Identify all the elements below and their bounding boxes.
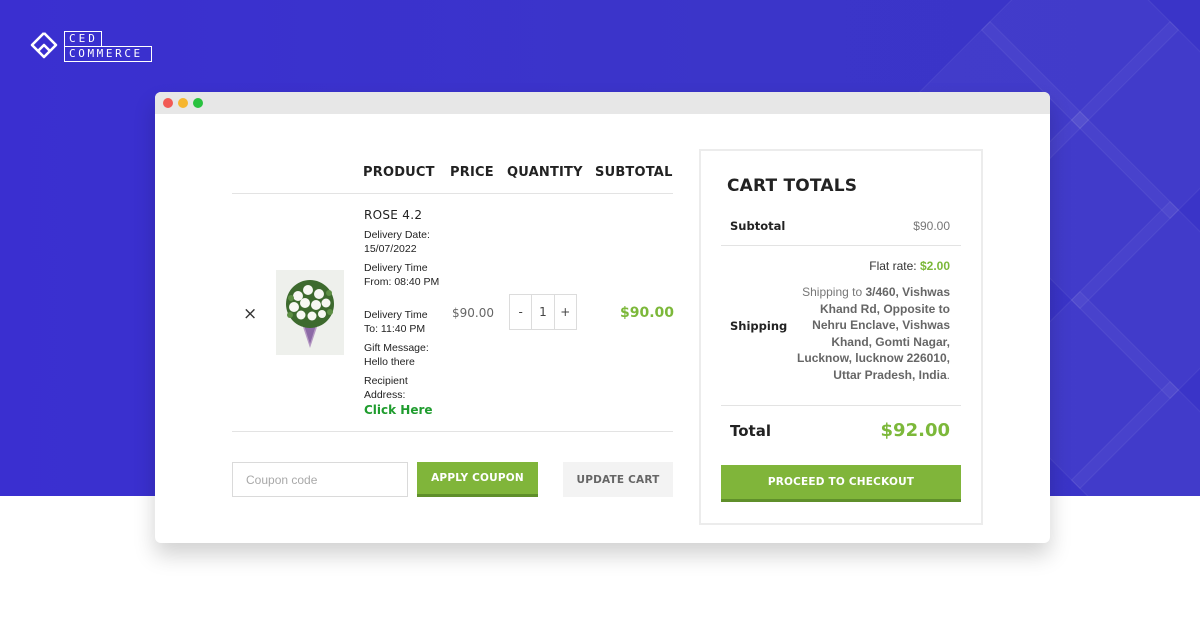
shipping-address: 3/460, Vishwas Khand Rd, Opposite to Neh… — [797, 285, 950, 382]
quantity-increase-button[interactable]: + — [553, 295, 576, 329]
subtotal-value: $90.00 — [913, 219, 950, 233]
totals-divider-1 — [721, 245, 961, 246]
quantity-decrease-button[interactable]: - — [510, 295, 533, 329]
cedcommerce-logo-icon — [30, 32, 58, 59]
delivery-date: Delivery Date: 15/07/2022 — [364, 229, 430, 255]
proceed-to-checkout-button[interactable]: PROCEED TO CHECKOUT — [721, 465, 961, 502]
shipping-to-label: Shipping to — [802, 285, 863, 299]
table-divider-bottom — [232, 431, 673, 432]
total-label: Total — [730, 422, 771, 440]
update-cart-button[interactable]: UPDATE CART — [563, 462, 673, 497]
total-value: $92.00 — [880, 420, 950, 441]
browser-window: PRODUCT PRICE QUANTITY SUBTOTAL × ROSE 4… — [155, 92, 1050, 543]
header-product: PRODUCT — [363, 165, 435, 180]
table-divider — [232, 193, 673, 194]
product-name[interactable]: ROSE 4.2 — [364, 208, 422, 222]
header-price: PRICE — [450, 165, 494, 180]
recipient-address-label: Recipient Address: — [364, 375, 408, 401]
maximize-window-button[interactable] — [193, 98, 203, 108]
totals-divider-2 — [721, 405, 961, 406]
bouquet-image — [276, 270, 344, 355]
cart-totals-title: CART TOTALS — [727, 176, 858, 196]
subtotal-label: Subtotal — [730, 219, 786, 233]
flat-rate-value: $2.00 — [919, 259, 950, 273]
flat-rate: Flat rate: $2.00 — [869, 259, 950, 273]
cart-totals-panel: CART TOTALS Subtotal $90.00 Flat rate: $… — [699, 149, 983, 525]
close-window-button[interactable] — [163, 98, 173, 108]
remove-item-icon[interactable]: × — [243, 304, 257, 324]
window-titlebar — [155, 92, 1050, 114]
delivery-time-to: Delivery Time To: 11:40 PM — [364, 309, 428, 335]
header-quantity: QUANTITY — [507, 165, 583, 180]
shipping-label: Shipping — [730, 319, 788, 333]
header-subtotal: SUBTOTAL — [595, 165, 673, 180]
logo-line-1: CED — [64, 30, 102, 46]
cedcommerce-logo: CED COMMERCE — [30, 30, 152, 62]
delivery-time-from: Delivery Time From: 08:40 PM — [364, 262, 440, 288]
flat-rate-label: Flat rate: — [869, 259, 917, 273]
item-price: $90.00 — [452, 306, 494, 320]
product-thumbnail[interactable] — [276, 270, 344, 355]
gift-message: Gift Message: Hello there — [364, 342, 429, 368]
quantity-stepper[interactable]: - 1 + — [509, 294, 577, 330]
recipient-address-link[interactable]: Click Here — [364, 403, 433, 417]
quantity-value[interactable]: 1 — [532, 295, 553, 329]
logo-line-2: COMMERCE — [64, 45, 152, 62]
apply-coupon-button[interactable]: APPLY COUPON — [417, 462, 538, 497]
shipping-destination: Shipping to 3/460, Vishwas Khand Rd, Opp… — [797, 285, 950, 382]
coupon-code-input[interactable] — [232, 462, 408, 497]
logo-wordmark: CED COMMERCE — [64, 30, 152, 62]
item-subtotal: $90.00 — [620, 305, 675, 321]
minimize-window-button[interactable] — [178, 98, 188, 108]
